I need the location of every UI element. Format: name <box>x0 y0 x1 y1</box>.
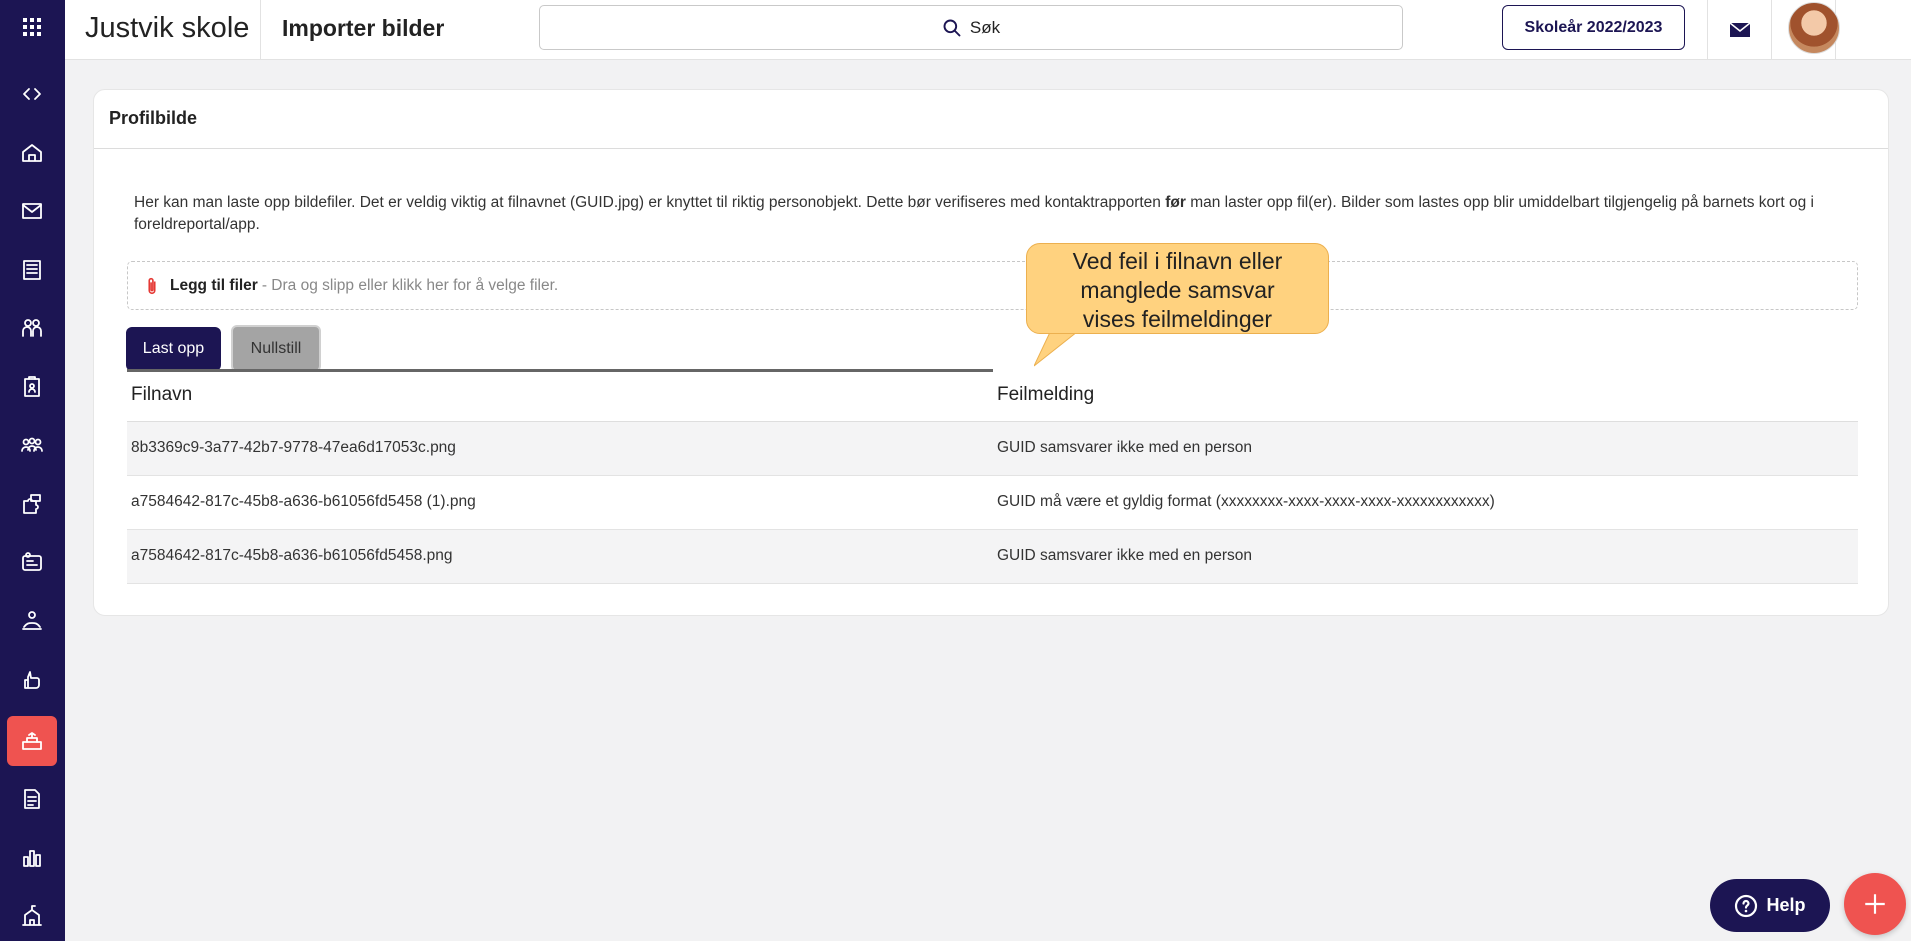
sidebar <box>0 0 65 941</box>
header-divider <box>1707 0 1708 60</box>
column-header-filename: Filnavn <box>131 384 193 405</box>
table-row: a7584642-817c-45b8-a636-b61056fd5458.png… <box>127 530 1858 584</box>
table-header: Filnavn Feilmelding <box>127 369 1858 422</box>
help-label: Help <box>1766 895 1806 915</box>
callout-line: Ved feil i filnavn eller <box>1072 248 1283 274</box>
progress-bar <box>127 369 993 372</box>
top-header: Justvik skole Importer bilder Søk Skoleå… <box>65 0 1911 60</box>
filename-cell: a7584642-817c-45b8-a636-b61056fd5458.png <box>131 547 453 564</box>
puzzle-icon[interactable] <box>7 479 57 529</box>
groups-icon[interactable] <box>7 421 57 471</box>
error-table: Filnavn Feilmelding 8b3369c9-3a77-42b7-9… <box>127 369 1858 584</box>
search-icon <box>943 19 961 36</box>
table-row: 8b3369c9-3a77-42b7-9778-47ea6d17053c.png… <box>127 422 1858 476</box>
table-row: a7584642-817c-45b8-a636-b61056fd5458 (1)… <box>127 476 1858 530</box>
mail-icon[interactable] <box>1722 12 1758 48</box>
meditation-icon[interactable] <box>7 596 57 646</box>
file-dropzone[interactable]: Legg til filer - Dra og slipp eller klik… <box>127 261 1858 310</box>
help-button[interactable]: Help <box>1710 879 1830 932</box>
school-year-button[interactable]: Skoleår 2022/2023 <box>1502 5 1685 50</box>
clipboard-icon[interactable] <box>7 362 57 412</box>
hand-icon[interactable] <box>7 655 57 705</box>
expand-collapse-icon[interactable] <box>7 69 57 119</box>
card-title: Profilbilde <box>109 108 198 128</box>
header-divider <box>260 0 261 60</box>
document-icon[interactable] <box>7 774 57 824</box>
filename-cell: a7584642-817c-45b8-a636-b61056fd5458 (1)… <box>131 493 476 510</box>
description-text: Her kan man laste opp bildefiler. Det er… <box>134 194 1814 233</box>
callout-line: manglede samsvar <box>1080 277 1275 303</box>
avatar[interactable] <box>1788 2 1840 54</box>
page-title: Importer bilder <box>282 15 445 41</box>
search-input[interactable]: Søk <box>539 5 1403 50</box>
filename-cell: 8b3369c9-3a77-42b7-9778-47ea6d17053c.png <box>131 439 456 456</box>
home-icon[interactable] <box>7 128 57 178</box>
chart-icon[interactable] <box>7 833 57 883</box>
dropzone-hint: - Dra og slipp eller klikk her for å vel… <box>261 276 559 294</box>
header-divider <box>1771 0 1772 60</box>
upload-button[interactable]: Last opp <box>126 327 221 371</box>
students-icon[interactable] <box>7 303 57 353</box>
reset-button[interactable]: Nullstill <box>231 325 321 372</box>
plus-icon <box>1865 894 1885 914</box>
search-placeholder: Søk <box>969 17 1001 37</box>
import-icon[interactable] <box>7 716 57 766</box>
news-icon[interactable] <box>7 245 57 295</box>
card-divider <box>94 148 1888 149</box>
profile-image-card: Profilbilde Her kan man laste opp bildef… <box>93 89 1889 616</box>
apps-grid-icon[interactable] <box>7 2 57 52</box>
add-button[interactable] <box>1844 873 1906 935</box>
question-icon <box>1735 894 1758 917</box>
paperclip-icon <box>148 277 156 294</box>
message-icon[interactable] <box>7 538 57 588</box>
error-cell: GUID samsvarer ikke med en person <box>997 547 1252 564</box>
error-cell: GUID må være et gyldig format (xxxxxxxx-… <box>997 493 1495 510</box>
callout-line: vises feilmeldinger <box>1082 306 1273 332</box>
mail-icon[interactable] <box>7 186 57 236</box>
callout-tail <box>1034 328 1083 367</box>
error-cell: GUID samsvarer ikke med en person <box>997 439 1252 456</box>
column-header-error: Feilmelding <box>997 384 1095 405</box>
dropzone-label: Legg til filer <box>170 276 258 294</box>
school-name[interactable]: Justvik skole <box>85 12 249 45</box>
callout-annotation: Ved feil i filnavn eller manglede samsva… <box>1026 243 1329 334</box>
school-icon[interactable] <box>7 891 57 941</box>
